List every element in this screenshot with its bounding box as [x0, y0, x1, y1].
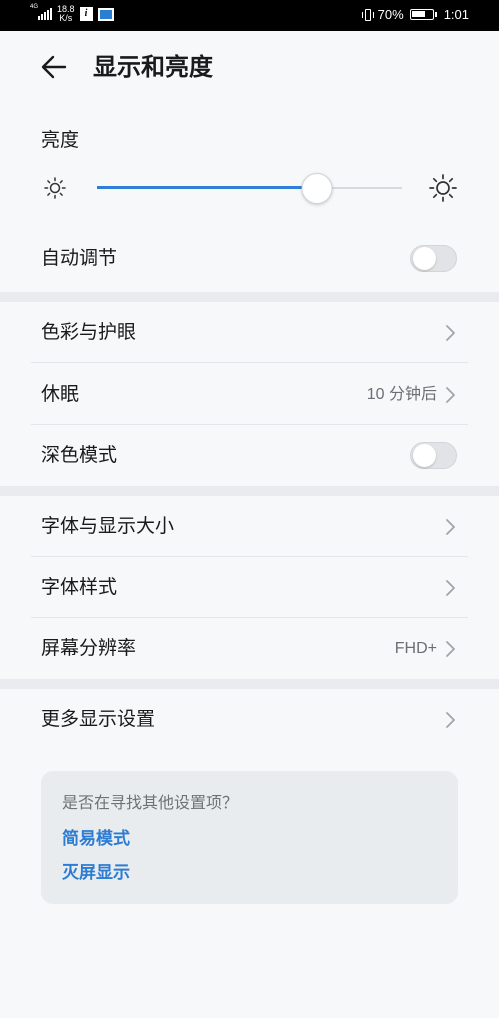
- status-right: 70% 1:01: [361, 7, 469, 22]
- chevron-right-icon: [446, 387, 455, 403]
- resolution-value: FHD+: [394, 640, 437, 657]
- clock: 1:01: [443, 7, 469, 22]
- font-style-label: 字体样式: [41, 576, 118, 598]
- sleep-row[interactable]: 休眠 10 分钟后: [0, 364, 499, 425]
- suggestion-question: 是否在寻找其他设置项？: [62, 793, 239, 812]
- more-display-row[interactable]: 更多显示设置: [0, 689, 499, 750]
- brightness-low-icon: [44, 177, 66, 199]
- section-divider: [0, 679, 499, 689]
- speed-unit: K/s: [59, 13, 73, 23]
- status-bar: 4G 18.8 K/s i 70% 1:01: [0, 0, 499, 31]
- brightness-slider-thumb[interactable]: [301, 173, 333, 204]
- network-type: 4G: [30, 4, 39, 10]
- font-size-row[interactable]: 字体与显示大小: [0, 496, 499, 557]
- header: 显示和亮度: [0, 31, 499, 103]
- simple-mode-link[interactable]: 简易模式: [62, 826, 130, 852]
- font-style-row[interactable]: 字体样式: [0, 557, 499, 618]
- resolution-label: 屏幕分辨率: [41, 637, 137, 659]
- section-divider: [0, 292, 499, 302]
- brightness-slider[interactable]: [97, 166, 402, 210]
- dark-mode-row[interactable]: 深色模式: [0, 425, 499, 486]
- chevron-right-icon: [446, 325, 455, 341]
- page-title: 显示和亮度: [93, 53, 213, 81]
- chevron-right-icon: [446, 641, 455, 657]
- section-divider: [0, 486, 499, 496]
- resolution-row[interactable]: 屏幕分辨率 FHD+: [0, 618, 499, 679]
- auto-adjust-row[interactable]: 自动调节: [0, 228, 499, 289]
- back-arrow-icon[interactable]: [40, 53, 68, 81]
- brightness-slider-fill: [97, 186, 317, 189]
- auto-adjust-label: 自动调节: [41, 247, 118, 269]
- network-speed: 18.8 K/s: [57, 5, 75, 23]
- suggestion-card: 是否在寻找其他设置项？ 简易模式 灭屏显示: [41, 771, 458, 904]
- signal-icon: 4G: [30, 4, 52, 22]
- chevron-right-icon: [446, 712, 455, 728]
- info-notification-icon: i: [79, 7, 93, 21]
- dark-mode-label: 深色模式: [41, 444, 118, 466]
- sleep-value: 10 分钟后: [366, 386, 437, 403]
- status-left: 4G 18.8 K/s i: [30, 4, 114, 23]
- chevron-right-icon: [446, 580, 455, 596]
- always-on-display-link[interactable]: 灭屏显示: [62, 860, 130, 886]
- vibrate-icon: [361, 8, 374, 22]
- brightness-high-icon: [429, 174, 457, 202]
- brightness-label: 亮度: [41, 129, 80, 151]
- battery-icon: [409, 9, 437, 20]
- brightness-row: [0, 166, 499, 210]
- auto-adjust-toggle[interactable]: [410, 245, 457, 272]
- color-eye-row[interactable]: 色彩与护眼: [0, 302, 499, 363]
- color-eye-label: 色彩与护眼: [41, 321, 137, 343]
- battery-percent: 70%: [377, 7, 404, 22]
- screen-notification-icon: [97, 7, 114, 21]
- dark-mode-toggle[interactable]: [410, 442, 457, 469]
- sleep-label: 休眠: [41, 383, 80, 405]
- chevron-right-icon: [446, 519, 455, 535]
- font-size-label: 字体与显示大小: [41, 515, 175, 537]
- more-display-label: 更多显示设置: [41, 708, 156, 730]
